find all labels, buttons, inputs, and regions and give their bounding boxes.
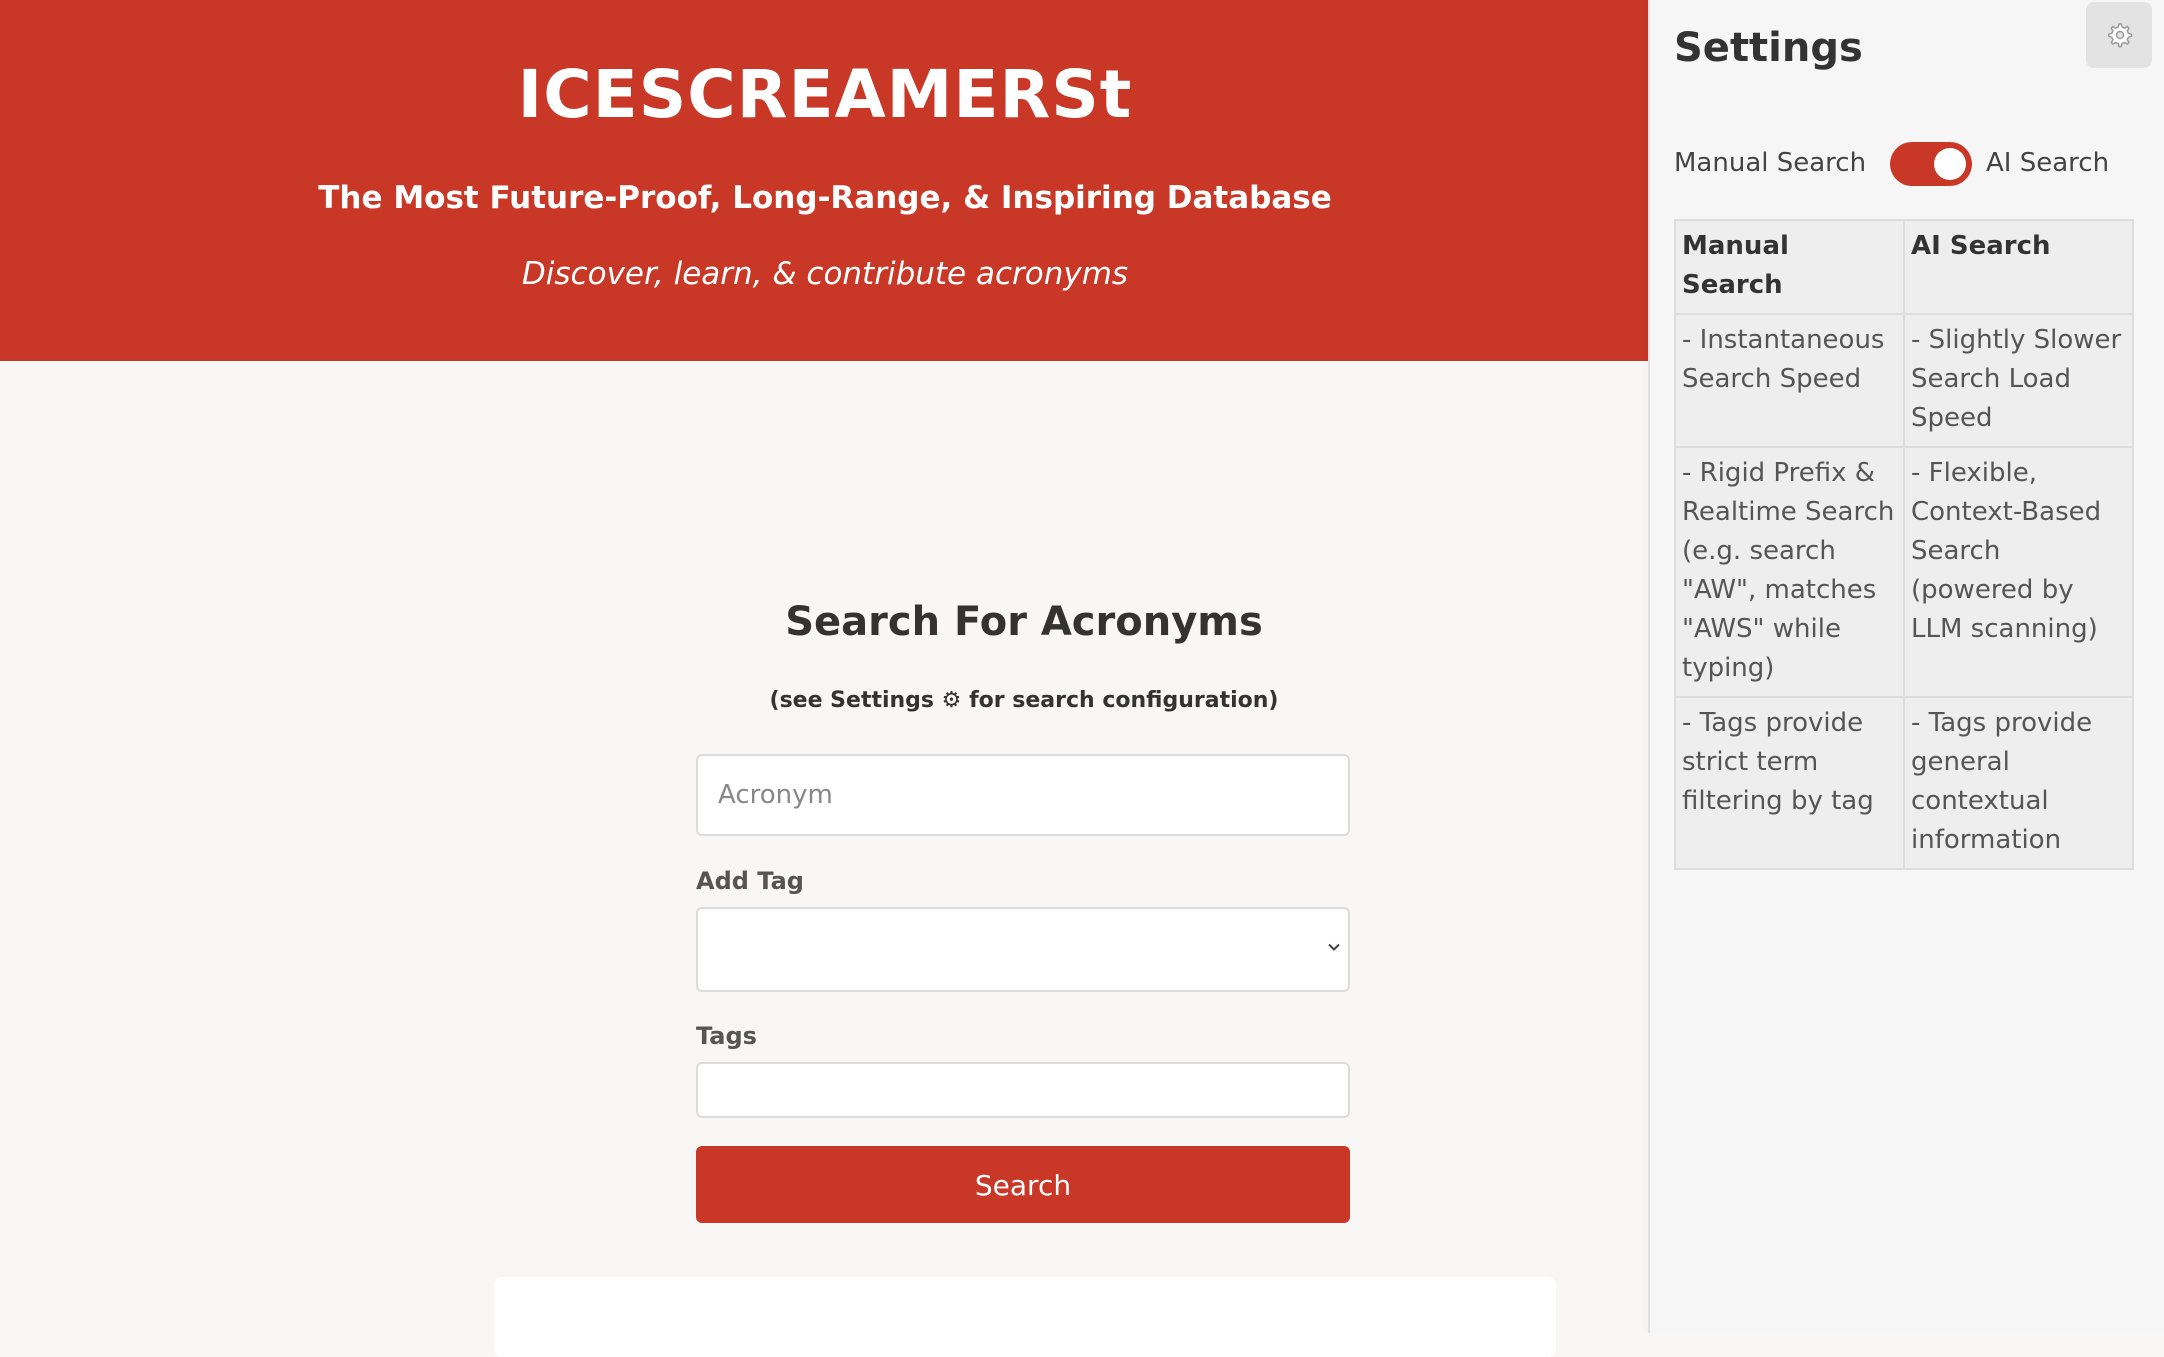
table-cell: - Rigid Prefix & Realtime Search (e.g. s… <box>1674 446 1905 698</box>
search-button[interactable]: Search <box>696 1146 1350 1223</box>
table-header-ai: AI Search <box>1903 219 2134 315</box>
table-cell: - Tags provide strict term filtering by … <box>1674 696 1905 870</box>
add-tag-label: Add Tag <box>696 867 804 895</box>
table-row: - Tags provide strict term filtering by … <box>1674 696 2134 870</box>
table-row: - Instantaneous Search Speed - Slightly … <box>1674 313 2134 448</box>
acronym-input[interactable] <box>696 754 1350 836</box>
table-cell: - Flexible, Context-Based Search (powere… <box>1903 446 2134 698</box>
site-tagline: Discover, learn, & contribute acronyms <box>521 256 1129 292</box>
gear-icon <box>2108 23 2133 48</box>
ai-search-label: AI Search <box>1986 148 2110 178</box>
table-cell: - Tags provide general contextual inform… <box>1903 696 2134 870</box>
site-subtitle: The Most Future-Proof, Long-Range, & Ins… <box>318 180 1332 216</box>
manual-search-label: Manual Search <box>1674 148 1867 178</box>
table-row: - Rigid Prefix & Realtime Search (e.g. s… <box>1674 446 2134 698</box>
tags-label: Tags <box>696 1022 757 1050</box>
settings-gear-button[interactable] <box>2086 2 2152 68</box>
settings-title: Settings <box>1674 25 1863 71</box>
settings-panel: Settings Manual Search AI Search Manual … <box>1650 0 2164 1333</box>
hero-banner: ICESCREAMERSt The Most Future-Proof, Lon… <box>0 0 1650 361</box>
toggle-knob <box>1934 148 1966 180</box>
tags-field[interactable] <box>696 1062 1350 1118</box>
search-mode-toggle[interactable] <box>1890 142 1972 186</box>
main-content: ICESCREAMERSt The Most Future-Proof, Lon… <box>0 0 1650 1357</box>
table-header-manual: Manual Search <box>1674 219 1905 315</box>
chevron-down-icon <box>1328 943 1340 951</box>
site-title: ICESCREAMERSt <box>517 56 1133 133</box>
add-tag-select[interactable] <box>696 907 1350 992</box>
search-comparison-table: Manual Search AI Search - Instantaneous … <box>1674 219 2134 870</box>
table-header-row: Manual Search AI Search <box>1674 219 2134 315</box>
results-card <box>494 1277 1556 1357</box>
table-cell: - Slightly Slower Search Load Speed <box>1903 313 2134 448</box>
table-cell: - Instantaneous Search Speed <box>1674 313 1905 448</box>
